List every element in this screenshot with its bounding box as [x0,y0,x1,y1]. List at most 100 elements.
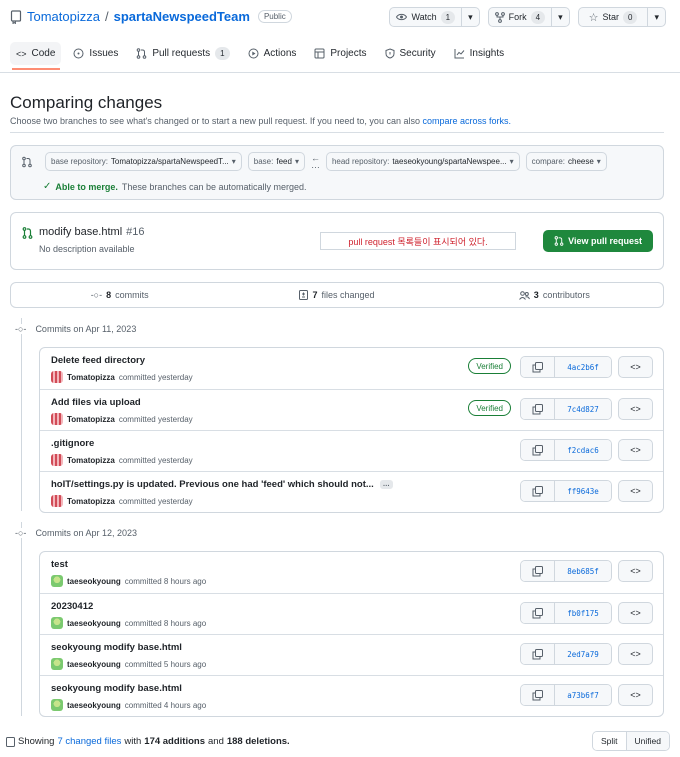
browse-repo-button[interactable]: <> [618,439,653,461]
commit-message-text: 20230412 [51,601,94,612]
base-branch-select[interactable]: base: feed ▾ [247,152,305,171]
tab-insights[interactable]: Insights [448,42,510,65]
avatar[interactable] [51,454,63,466]
compare-across-forks-link[interactable]: compare across forks. [422,116,511,126]
pull-request-title[interactable]: modify base.html #16 [39,226,145,238]
browse-repo-button[interactable]: <> [618,398,653,420]
fork-dropdown-button[interactable]: ▾ [552,7,570,27]
commit-sha-link[interactable]: 4ac2b6f [555,357,611,377]
copy-sha-button[interactable] [521,685,555,705]
sha-group: 2ed7a79 [520,643,612,665]
commit-message[interactable]: Add files via upload [51,397,141,408]
tab-projects[interactable]: Projects [308,42,372,65]
avatar[interactable] [51,617,63,629]
eye-icon [396,13,408,21]
divider [10,132,664,133]
base-branch-label: base: [253,157,274,166]
star-count: 0 [623,10,638,24]
browse-repo-button[interactable]: <> [618,356,653,378]
browse-repo-button[interactable]: <> [618,560,653,582]
expand-message-button[interactable]: … [379,480,393,489]
merge-status-label: Able to merge. [55,181,118,192]
copy-sha-button[interactable] [521,603,555,623]
commit-message[interactable]: .gitignore [51,438,94,449]
unified-view-button[interactable]: Unified [626,732,669,750]
verified-badge[interactable]: Verified [468,358,511,374]
commit-sha-link[interactable]: 2ed7a79 [555,644,611,664]
watch-button[interactable]: Watch 1 [389,7,463,27]
sha-group: f2cdac6 [520,439,612,461]
contributors-stat[interactable]: 3 contributors [446,283,663,307]
commit-message[interactable]: 20230412 [51,601,93,612]
commit-meta: Tomatopizza committed yesterday [51,413,193,425]
copy-sha-button[interactable] [521,399,555,419]
repo-owner-link[interactable]: Tomatopizza [27,9,100,24]
graph-icon [454,49,465,59]
watch-dropdown-button[interactable]: ▾ [462,7,480,27]
range-editor: base repository: Tomatopizza/spartaNewsp… [10,145,664,200]
commit-sha-link[interactable]: 7c4d827 [555,399,611,419]
commit-author[interactable]: taeseokyoung [67,577,121,586]
copy-sha-button[interactable] [521,440,555,460]
commit-meta: taeseokyoung committed 4 hours ago [51,699,206,711]
head-repository-value: taeseokyoung/spartaNewspee... [392,157,507,166]
copy-sha-button[interactable] [521,357,555,377]
commit-message[interactable]: test [51,559,68,570]
issue-icon [73,48,84,59]
tab-pull-requests[interactable]: Pull requests 1 [130,42,235,65]
browse-repo-button[interactable]: <> [618,480,653,502]
commit-message[interactable]: seokyoung modify base.html [51,642,182,653]
compare-branch-select[interactable]: compare: cheese ▾ [525,152,607,171]
browse-repo-button[interactable]: <> [618,643,653,665]
commit-sha-link[interactable]: f2cdac6 [555,440,611,460]
tab-actions[interactable]: Actions [242,42,303,65]
deletions-count: 188 deletions. [226,736,290,747]
copy-sha-button[interactable] [521,644,555,664]
repo-name-link[interactable]: spartaNewspeedTeam [114,9,250,24]
changed-files-link[interactable]: 7 changed files [57,736,121,747]
copy-sha-button[interactable] [521,481,555,501]
avatar[interactable] [51,413,63,425]
commit-message[interactable]: seokyoung modify base.html [51,683,182,694]
browse-repo-button[interactable]: <> [618,684,653,706]
base-repository-select[interactable]: base repository: Tomatopizza/spartaNewsp… [45,152,242,171]
star-button[interactable]: ☆ Star 0 [577,7,649,27]
commit-time: committed 8 hours ago [124,618,207,628]
commit-author[interactable]: taeseokyoung [67,701,121,710]
commit-sha-link[interactable]: fb0f175 [555,603,611,623]
commit-icon: -○- [15,324,27,334]
commit-sha-link[interactable]: ff9643e [555,481,611,501]
copy-sha-button[interactable] [521,561,555,581]
browse-repo-button[interactable]: <> [618,602,653,624]
tab-label: Code [31,48,56,59]
avatar[interactable] [51,658,63,670]
files-changed-stat[interactable]: 7 files changed [228,283,445,307]
avatar[interactable] [51,699,63,711]
head-repository-select[interactable]: head repository: taeseokyoung/spartaNews… [325,152,520,171]
commit-sha-link[interactable]: a73b6f7 [555,685,611,705]
avatar[interactable] [51,371,63,383]
star-dropdown-button[interactable]: ▾ [648,7,666,27]
avatar[interactable] [51,575,63,587]
commit-author[interactable]: taeseokyoung [67,660,121,669]
commit-author[interactable]: Tomatopizza [67,373,115,382]
copy-icon [532,485,543,496]
commit-sha-link[interactable]: 8eb685f [555,561,611,581]
verified-badge[interactable]: Verified [468,400,511,416]
tab-security[interactable]: Security [379,42,442,65]
avatar[interactable] [51,495,63,507]
tabs-divider [0,72,680,73]
commit-author[interactable]: taeseokyoung [67,619,121,628]
commit-author[interactable]: Tomatopizza [67,415,115,424]
view-pull-request-button[interactable]: View pull request [543,230,653,252]
commits-stat[interactable]: -○- 8 commits [11,283,228,307]
copy-icon [532,565,543,576]
commit-author[interactable]: Tomatopizza [67,456,115,465]
tab-code[interactable]: <> Code [10,42,62,65]
commit-message[interactable]: Delete feed directory [51,355,145,366]
tab-issues[interactable]: Issues [67,42,124,65]
fork-button[interactable]: Fork 4 [487,7,553,27]
split-view-button[interactable]: Split [592,732,627,750]
commit-message[interactable]: hoIT/settings.py is updated. Previous on… [51,479,393,490]
commit-author[interactable]: Tomatopizza [67,497,115,506]
